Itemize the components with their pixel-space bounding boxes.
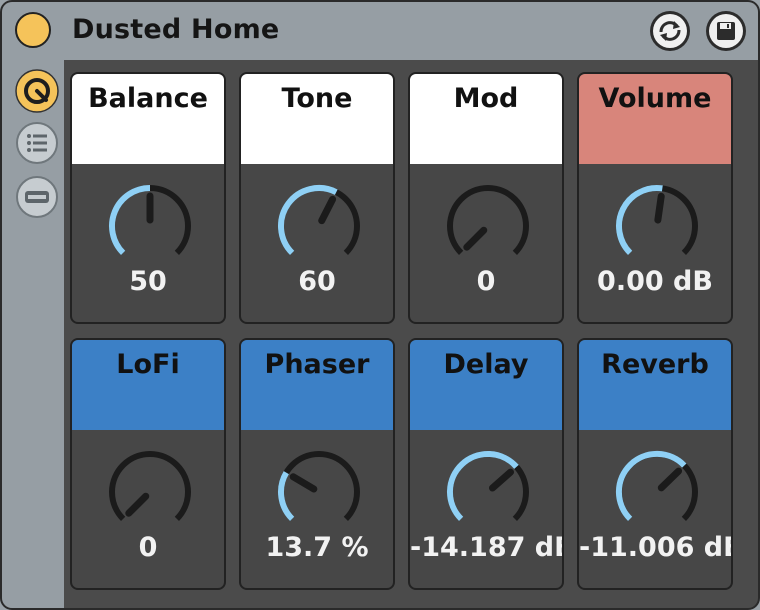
macro-label-volume[interactable]: Volume [579,74,731,164]
knob-value-arc [278,185,338,255]
macro-value-reverb: -11.006 dB [579,532,731,563]
knob-balance[interactable] [100,184,200,264]
macro-label-mod[interactable]: Mod [410,74,562,164]
macro-value-phaser: 13.7 % [265,532,369,563]
macro-label-lofi[interactable]: LoFi [72,340,224,430]
knob-track [447,185,529,255]
knob-pointer [318,195,337,225]
knob-phaser[interactable] [269,450,369,530]
knob-pointer [125,492,150,517]
save-preset-button[interactable] [706,11,746,51]
macro-value-mod: 0 [476,266,496,297]
macro-panel-reverb: Reverb -11.006 dB [577,338,733,590]
macro-label-tone[interactable]: Tone [241,74,393,164]
knob-value-arc [615,450,687,521]
active-toggle-icon [15,69,59,113]
knob-mod[interactable] [438,184,538,264]
list-view-toggle[interactable] [15,121,59,165]
knob-reverb[interactable] [607,450,707,530]
knob-volume[interactable] [607,184,707,264]
knob-lofi[interactable] [100,450,200,530]
list-icon [16,122,58,164]
knob-pointer [289,473,318,493]
macro-panel-mod: Mod 0 [408,72,564,324]
macro-panel-phaser: Phaser 13.7 % [239,338,395,590]
fold-view-toggle[interactable] [15,175,59,219]
knob-delay[interactable] [438,450,538,530]
knob-pointer [489,468,514,492]
knob-value-arc [109,185,151,255]
knob-pointer [463,226,488,251]
macro-label-phaser[interactable]: Phaser [241,340,393,430]
macro-value-tone: 60 [298,266,336,297]
minimize-icon [16,176,58,218]
device-power-button[interactable] [15,12,51,48]
device-title-bar: Dusted Home [2,2,758,60]
macro-panel-volume: Volume 0.00 dB [577,72,733,324]
macro-panel-lofi: LoFi 0 [70,338,226,590]
knob-value-arc [446,451,519,521]
knob-pointer [657,467,683,492]
knob-tone[interactable] [269,184,369,264]
knob-value-arc [278,471,295,521]
macro-panel-tone: Tone 60 [239,72,395,324]
device-title: Dusted Home [72,14,280,45]
macro-panel-delay: Delay -14.187 dB [408,338,564,590]
device-sidebar [2,60,64,608]
knob-track [109,451,191,521]
refresh-icon [653,14,687,48]
macro-panel-balance: Balance 50 [70,72,226,324]
macro-label-balance[interactable]: Balance [72,74,224,164]
macro-label-delay[interactable]: Delay [410,340,562,430]
macro-view-toggle[interactable] [15,69,59,113]
macro-value-lofi: 0 [138,532,158,563]
save-icon [709,14,743,48]
macro-value-delay: -14.187 dB [410,532,562,563]
knob-track [278,451,360,521]
macro-value-volume: 0.00 dB [597,266,713,297]
macro-value-balance: 50 [129,266,167,297]
knob-pointer [654,192,665,224]
rack-device: Dusted Home Balance 50 Tone 60 Mod 0 Vol… [0,0,760,610]
macro-label-reverb[interactable]: Reverb [579,340,731,430]
refresh-button[interactable] [650,11,690,51]
